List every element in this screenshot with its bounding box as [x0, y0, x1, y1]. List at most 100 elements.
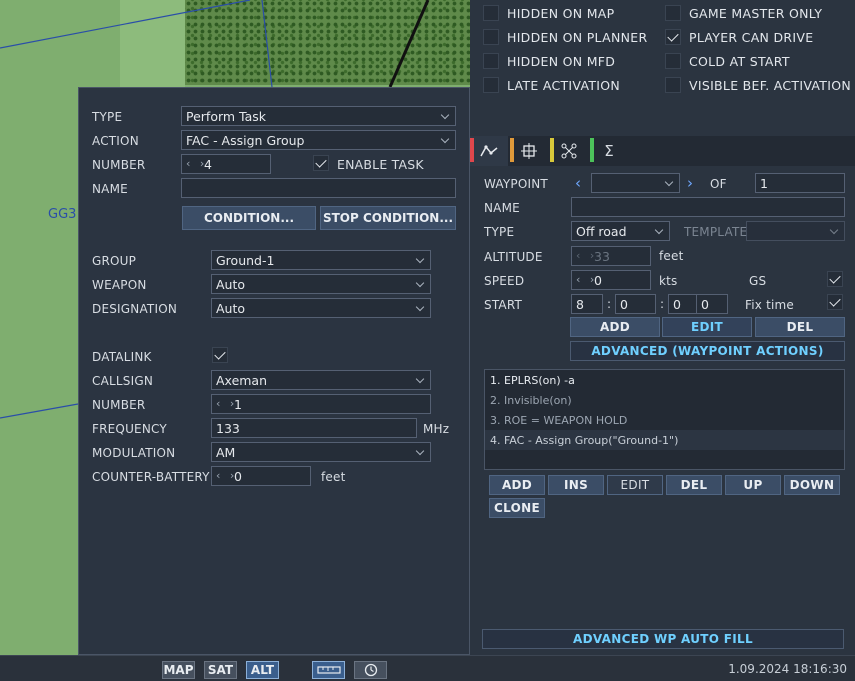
- hidden-on-map-label: HIDDEN ON MAP: [507, 6, 615, 21]
- route-icon: [480, 145, 498, 157]
- callsign-label: CALLSIGN: [92, 374, 153, 388]
- late-activation-label: LATE ACTIVATION: [507, 78, 621, 93]
- game-master-only-label: GAME MASTER ONLY: [689, 6, 823, 21]
- enable-task-checkbox[interactable]: [313, 155, 329, 171]
- action-del-button[interactable]: DEL: [666, 475, 722, 495]
- map-mode-button[interactable]: MAP: [162, 661, 195, 679]
- hidden-on-mfd-label: HIDDEN ON MFD: [507, 54, 616, 69]
- late-activation-checkbox[interactable]: [483, 77, 499, 93]
- altitude-stepper[interactable]: ‹ › 33: [571, 246, 651, 266]
- visible-bef-activation-label: VISIBLE BEF. ACTIVATION: [689, 78, 851, 93]
- prev-waypoint-icon[interactable]: ‹: [575, 174, 581, 192]
- template-select[interactable]: [746, 221, 845, 241]
- datalink-checkbox[interactable]: [212, 347, 228, 363]
- group-select[interactable]: Ground-1: [211, 250, 431, 270]
- player-can-drive-checkbox[interactable]: [665, 29, 681, 45]
- speed-stepper[interactable]: ‹ › 0: [571, 270, 651, 290]
- action-add-button[interactable]: ADD: [489, 475, 545, 495]
- hidden-on-mfd-checkbox[interactable]: [483, 53, 499, 69]
- clock-tool-button[interactable]: [354, 661, 387, 679]
- stepper-arrows-icon[interactable]: ‹ ›: [186, 157, 207, 170]
- tab-stripe: [590, 138, 594, 162]
- template-label: TEMPLATE: [684, 225, 748, 239]
- callsign-number-stepper[interactable]: ‹ › 1: [211, 394, 431, 414]
- group-label: GROUP: [92, 254, 137, 268]
- triggers-icon: [561, 143, 577, 159]
- hidden-on-planner-label: HIDDEN ON PLANNER: [507, 30, 648, 45]
- game-master-only-checkbox[interactable]: [665, 5, 681, 21]
- start-hours-input[interactable]: 8: [571, 294, 603, 314]
- unit-tabs: Σ: [470, 136, 855, 166]
- stepper-arrows-icon[interactable]: ‹ ›: [576, 249, 597, 262]
- tab-summary[interactable]: Σ: [590, 136, 628, 166]
- stop-condition-button[interactable]: STOP CONDITION...: [320, 206, 456, 230]
- callsign-select[interactable]: Axeman: [211, 370, 431, 390]
- stepper-arrows-icon[interactable]: ‹ ›: [216, 469, 237, 482]
- list-item[interactable]: 3. ROE = WEAPON HOLD: [485, 410, 844, 430]
- wp-type-select[interactable]: Off road: [571, 221, 670, 241]
- wp-name-input[interactable]: [571, 197, 845, 217]
- waypoint-count-field: 1: [755, 173, 845, 193]
- designation-label: DESIGNATION: [92, 302, 178, 316]
- type-select[interactable]: Perform Task: [181, 106, 456, 126]
- stepper-arrows-icon[interactable]: ‹ ›: [216, 397, 237, 410]
- tab-triggers[interactable]: [550, 136, 588, 166]
- action-ins-button[interactable]: INS: [548, 475, 604, 495]
- waypoint-select[interactable]: [591, 173, 680, 193]
- gs-checkbox[interactable]: [827, 271, 843, 287]
- hidden-on-map-checkbox[interactable]: [483, 5, 499, 21]
- tab-stripe: [550, 138, 554, 162]
- name-label: NAME: [92, 182, 128, 196]
- stepper-arrows-icon[interactable]: ‹ ›: [576, 273, 597, 286]
- start-frame-input[interactable]: 0: [696, 294, 728, 314]
- frequency-label: FREQUENCY: [92, 422, 167, 436]
- frequency-input[interactable]: 133: [211, 418, 417, 438]
- status-bar: MAP SAT ALT 1.09.2024 18:16:30: [0, 655, 855, 681]
- visible-bef-activation-checkbox[interactable]: [665, 77, 681, 93]
- list-item[interactable]: 1. EPLRS(on) -a: [485, 370, 844, 390]
- hidden-on-planner-checkbox[interactable]: [483, 29, 499, 45]
- cold-at-start-checkbox[interactable]: [665, 53, 681, 69]
- list-item[interactable]: 4. FAC - Assign Group("Ground-1"): [485, 430, 844, 450]
- list-item[interactable]: 2. Invisible(on): [485, 390, 844, 410]
- start-label: START: [484, 298, 523, 312]
- alt-mode-button[interactable]: ALT: [246, 661, 279, 679]
- number-label: NUMBER: [92, 158, 146, 172]
- wp-del-button[interactable]: DEL: [755, 317, 845, 337]
- unit-flags: HIDDEN ON MAP HIDDEN ON PLANNER HIDDEN O…: [470, 0, 855, 130]
- modulation-select[interactable]: AM: [211, 442, 431, 462]
- frequency-unit: MHz: [423, 422, 450, 436]
- callsign-number-label: NUMBER: [92, 398, 146, 412]
- datalink-label: DATALINK: [92, 350, 152, 364]
- weapon-select[interactable]: Auto: [211, 274, 431, 294]
- player-can-drive-label: PLAYER CAN DRIVE: [689, 30, 814, 45]
- sat-mode-button[interactable]: SAT: [204, 661, 237, 679]
- ruler-icon: [316, 666, 341, 674]
- wp-add-button[interactable]: ADD: [570, 317, 660, 337]
- gs-label: GS: [749, 274, 767, 288]
- condition-button[interactable]: CONDITION...: [182, 206, 316, 230]
- next-waypoint-icon[interactable]: ›: [687, 174, 693, 192]
- speed-label: SPEED: [484, 274, 525, 288]
- name-input[interactable]: [181, 178, 456, 198]
- weapon-label: WEAPON: [92, 278, 147, 292]
- ruler-tool-button[interactable]: [312, 661, 345, 679]
- action-clone-button[interactable]: CLONE: [489, 498, 545, 518]
- tab-stripe: [510, 138, 514, 162]
- advanced-waypoint-actions-button[interactable]: ADVANCED (WAYPOINT ACTIONS): [570, 341, 845, 361]
- tab-target[interactable]: [510, 136, 548, 166]
- fix-time-checkbox[interactable]: [827, 294, 843, 310]
- action-edit-button[interactable]: EDIT: [607, 475, 663, 495]
- number-stepper[interactable]: ‹ › 4: [181, 154, 271, 174]
- wp-edit-button[interactable]: EDIT: [662, 317, 752, 337]
- counter-battery-stepper[interactable]: ‹ › 0: [211, 466, 311, 486]
- tab-route[interactable]: [470, 136, 508, 166]
- tab-stripe: [470, 138, 474, 162]
- action-up-button[interactable]: UP: [725, 475, 781, 495]
- designation-select[interactable]: Auto: [211, 298, 431, 318]
- start-minutes-input[interactable]: 0: [615, 294, 656, 314]
- action-down-button[interactable]: DOWN: [784, 475, 840, 495]
- advanced-wp-auto-fill-button[interactable]: ADVANCED WP AUTO FILL: [482, 629, 844, 649]
- waypoint-actions-list[interactable]: 1. EPLRS(on) -a 2. Invisible(on) 3. ROE …: [484, 369, 845, 470]
- action-select[interactable]: FAC - Assign Group: [181, 130, 456, 150]
